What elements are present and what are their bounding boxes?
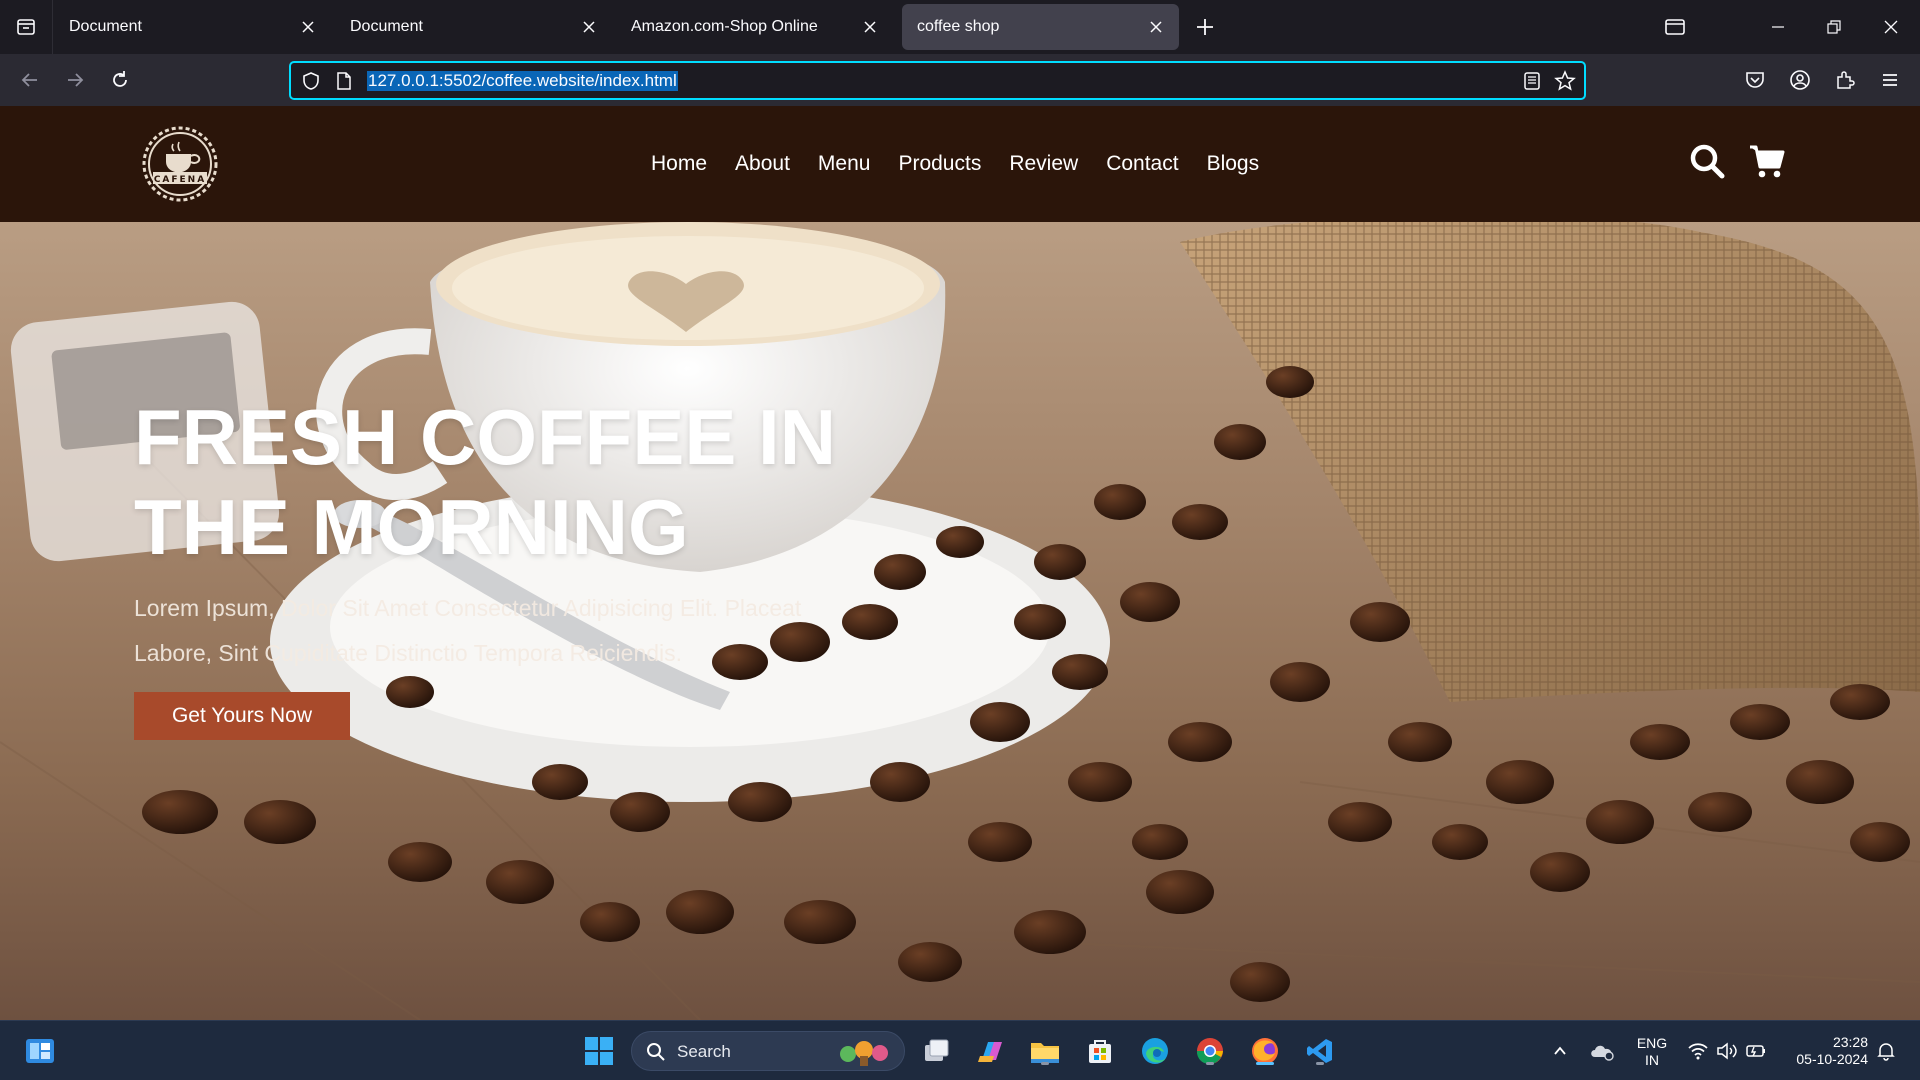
chrome-icon[interactable] — [1192, 1033, 1228, 1069]
search-highlight-icon — [840, 1041, 888, 1066]
account-icon[interactable] — [1787, 67, 1813, 93]
reload-icon[interactable] — [107, 67, 133, 93]
browser-tab[interactable]: Amazon.com-Shop Online — [616, 4, 893, 50]
battery-icon[interactable] — [1738, 1033, 1774, 1069]
running-indicator — [1316, 1062, 1324, 1065]
vscode-icon[interactable] — [1302, 1033, 1338, 1069]
restore-icon[interactable] — [1820, 14, 1848, 40]
microsoft-store-icon[interactable] — [1082, 1033, 1118, 1069]
notification-bell-icon[interactable] — [1868, 1033, 1904, 1069]
extensions-icon[interactable] — [1832, 67, 1858, 93]
hero-section: Fresh Coffee In The Morning Lorem Ipsum,… — [0, 222, 1920, 1020]
webpage: CAFENA Home About Menu Products Review C… — [0, 106, 1920, 1020]
clock[interactable]: 23:28 05-10-2024 — [1776, 1034, 1876, 1068]
clock-date: 05-10-2024 — [1796, 1051, 1868, 1067]
main-nav: Home About Menu Products Review Contact … — [651, 152, 1287, 176]
taskbar-search[interactable]: Search — [631, 1031, 905, 1071]
nav-link-contact[interactable]: Contact — [1106, 152, 1178, 176]
chevron-up-icon[interactable] — [1542, 1033, 1578, 1069]
forward-icon[interactable] — [62, 67, 88, 93]
bookmark-star-icon[interactable] — [1554, 70, 1576, 92]
running-indicator-active — [1256, 1062, 1274, 1065]
tab-title: Amazon.com-Shop Online — [631, 18, 818, 35]
nav-link-review[interactable]: Review — [1009, 152, 1078, 176]
running-indicator — [1206, 1062, 1214, 1065]
tab-title: coffee shop — [917, 18, 1000, 35]
close-icon[interactable] — [1147, 18, 1165, 36]
reader-view-icon[interactable] — [1522, 71, 1542, 91]
clock-time: 23:28 — [1832, 1034, 1868, 1050]
tab-title: Document — [350, 18, 423, 35]
close-icon[interactable] — [580, 18, 598, 36]
running-indicator — [1041, 1062, 1049, 1065]
nav-link-menu[interactable]: Menu — [818, 152, 871, 176]
region-code: IN — [1645, 1052, 1659, 1068]
nav-link-blogs[interactable]: Blogs — [1207, 152, 1260, 176]
cart-icon[interactable] — [1748, 142, 1786, 180]
app-menu-icon[interactable] — [1877, 67, 1903, 93]
window-close-icon[interactable] — [1877, 14, 1905, 40]
minimize-icon[interactable] — [1764, 14, 1792, 40]
os-taskbar: Search ENG IN 23:28 05-10-2024 — [0, 1020, 1920, 1080]
logo-text: CAFENA — [154, 175, 206, 185]
tab-list-icon[interactable] — [0, 0, 53, 54]
edge-icon[interactable] — [1137, 1033, 1173, 1069]
browser-tab[interactable]: Document — [335, 4, 612, 50]
copilot-icon[interactable] — [973, 1033, 1009, 1069]
task-view-icon[interactable] — [918, 1033, 954, 1069]
widgets-icon[interactable] — [22, 1033, 58, 1069]
close-icon[interactable] — [861, 18, 879, 36]
cafena-logo[interactable]: CAFENA — [133, 124, 227, 204]
start-icon[interactable] — [581, 1033, 617, 1069]
url-text[interactable]: 127.0.0.1:5502/coffee.website/index.html — [367, 71, 678, 91]
onedrive-icon[interactable] — [1584, 1033, 1620, 1069]
browser-toolbar: 127.0.0.1:5502/coffee.website/index.html — [0, 54, 1920, 106]
search-icon[interactable] — [1688, 142, 1726, 180]
tab-title: Document — [69, 18, 142, 35]
back-icon[interactable] — [17, 67, 43, 93]
browser-tab[interactable]: Document — [54, 4, 331, 50]
close-icon[interactable] — [299, 18, 317, 36]
shield-icon[interactable] — [301, 71, 321, 91]
new-tab-icon[interactable] — [1192, 14, 1218, 40]
search-label: Search — [677, 1042, 731, 1061]
browser-tab-strip: Document Document Amazon.com-Shop Online… — [0, 0, 1920, 54]
nav-link-products[interactable]: Products — [898, 152, 981, 176]
site-header: CAFENA Home About Menu Products Review C… — [0, 106, 1920, 222]
nav-link-about[interactable]: About — [735, 152, 790, 176]
search-icon — [647, 1043, 665, 1061]
hero-title: Fresh Coffee In The Morning — [134, 393, 837, 571]
language-code: ENG — [1636, 1035, 1668, 1051]
firefox-icon[interactable] — [1247, 1033, 1283, 1069]
page-icon[interactable] — [335, 71, 353, 91]
get-yours-now-button[interactable]: Get Yours Now — [134, 692, 350, 740]
language-indicator[interactable]: ENG IN — [1628, 1035, 1676, 1069]
pocket-icon[interactable] — [1742, 67, 1768, 93]
window-list-icon[interactable] — [1661, 14, 1689, 40]
nav-link-home[interactable]: Home — [651, 152, 707, 176]
hero-description: Lorem Ipsum, Dolor Sit Amet Consectetur … — [134, 595, 802, 666]
file-explorer-icon[interactable] — [1027, 1033, 1063, 1069]
browser-tab-active[interactable]: coffee shop — [902, 4, 1179, 50]
address-bar[interactable]: 127.0.0.1:5502/coffee.website/index.html — [289, 61, 1586, 100]
